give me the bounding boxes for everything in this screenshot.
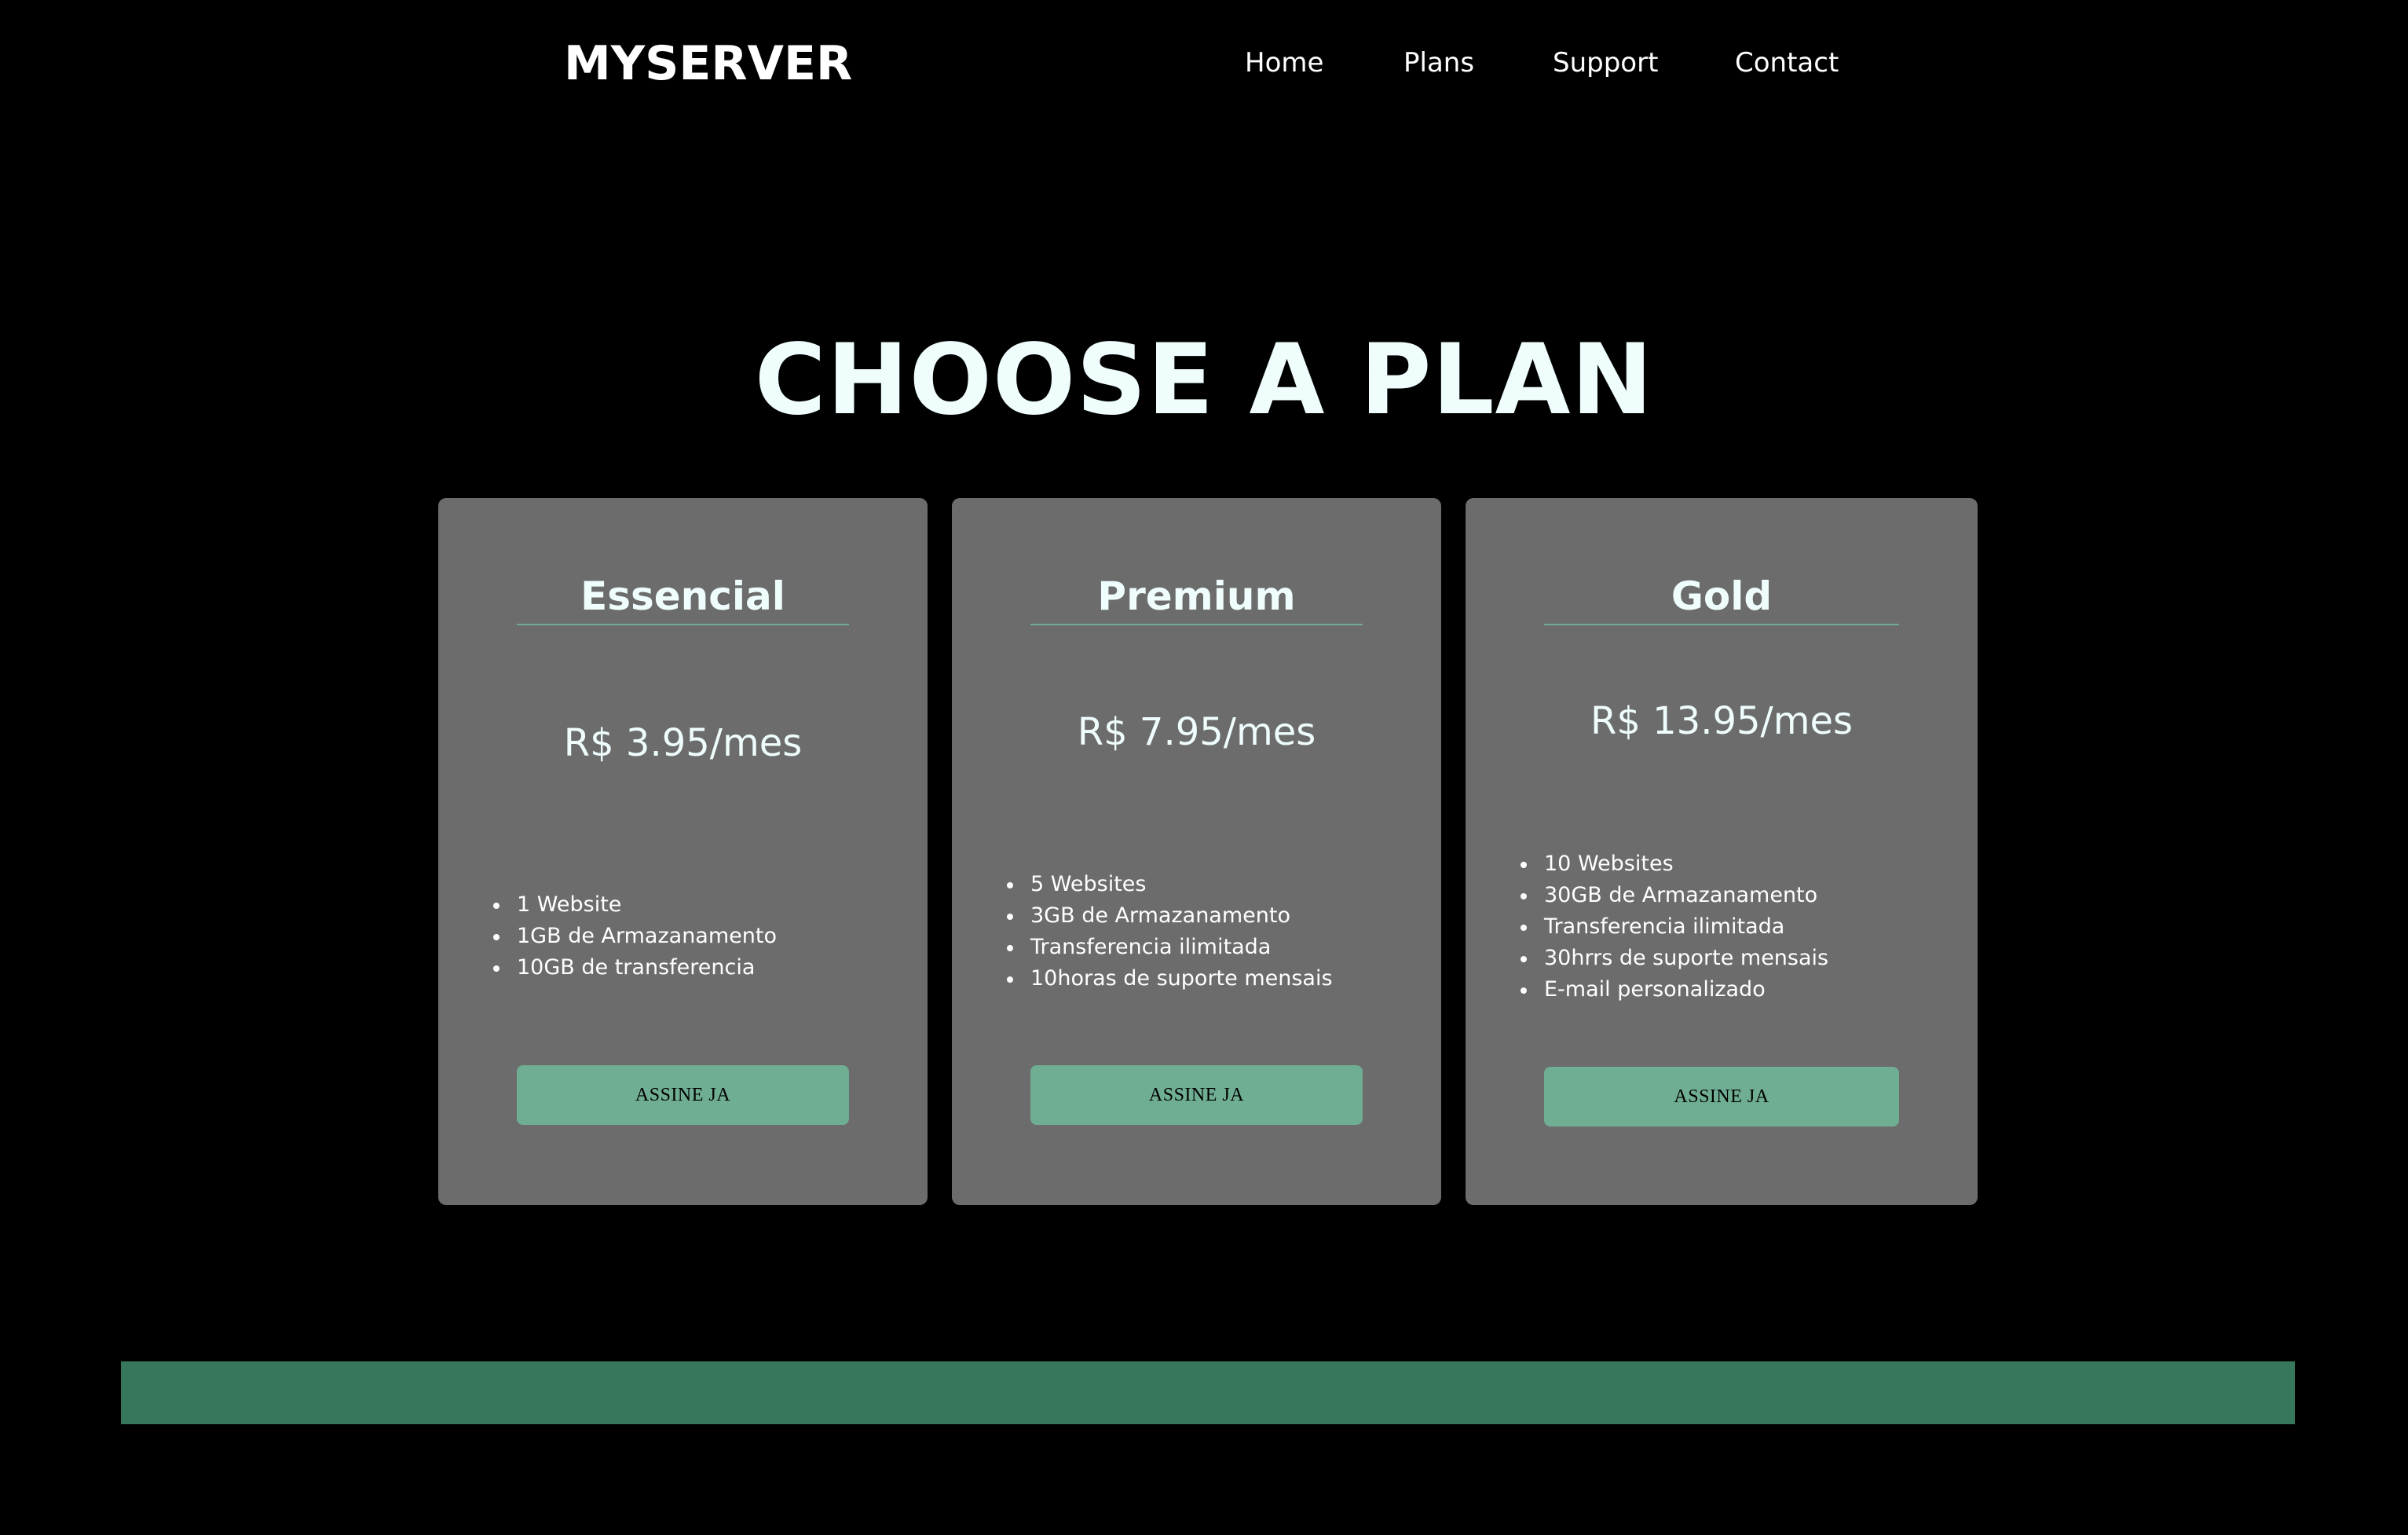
feature-item: 1GB de Armazanamento — [493, 921, 777, 952]
brand-logo[interactable]: MYSERVER — [564, 33, 852, 94]
plan-card-gold: Gold R$ 13.95/mes 10 Websites 30GB de Ar… — [1466, 498, 1978, 1205]
feature-item: Transferencia ilimitada — [1007, 932, 1333, 963]
plan-features: 5 Websites 3GB de Armazanamento Transfer… — [1007, 869, 1333, 995]
subscribe-button-gold[interactable]: ASSINE JA — [1544, 1067, 1899, 1127]
feature-item: 3GB de Armazanamento — [1007, 900, 1333, 932]
nav-link-contact[interactable]: Contact — [1735, 41, 1839, 85]
plan-name: Premium — [1030, 569, 1363, 625]
page-title: CHOOSE A PLAN — [754, 324, 1654, 438]
plan-features: 10 Websites 30GB de Armazanamento Transf… — [1520, 848, 1828, 1006]
feature-item: 1 Website — [493, 889, 777, 921]
plan-name: Gold — [1544, 569, 1899, 625]
feature-item: 10horas de suporte mensais — [1007, 963, 1333, 995]
plan-price: R$ 3.95/mes — [563, 721, 803, 765]
feature-item: 30hrrs de suporte mensais — [1520, 943, 1828, 974]
nav-link-plans[interactable]: Plans — [1403, 41, 1474, 85]
feature-item: Transferencia ilimitada — [1520, 911, 1828, 943]
plan-card-premium: Premium R$ 7.95/mes 5 Websites 3GB de Ar… — [952, 498, 1441, 1205]
site-header: MYSERVER Home Plans Support Contact — [0, 0, 2408, 126]
subscribe-button-premium[interactable]: ASSINE JA — [1030, 1065, 1363, 1125]
plan-card-essencial: Essencial R$ 3.95/mes 1 Website 1GB de A… — [438, 498, 928, 1205]
feature-item: 5 Websites — [1007, 869, 1333, 900]
feature-item: E-mail personalizado — [1520, 974, 1828, 1006]
page: MYSERVER Home Plans Support Contact CHOO… — [0, 0, 2408, 1535]
plan-name: Essencial — [517, 569, 849, 625]
subscribe-button-essencial[interactable]: ASSINE JA — [517, 1065, 849, 1125]
plan-features: 1 Website 1GB de Armazanamento 10GB de t… — [493, 889, 777, 984]
nav-link-support[interactable]: Support — [1553, 41, 1658, 85]
feature-item: 10GB de transferencia — [493, 952, 777, 984]
nav-link-home[interactable]: Home — [1245, 41, 1323, 85]
footer-bar — [121, 1361, 2295, 1424]
plan-price: R$ 13.95/mes — [1590, 699, 1854, 743]
feature-item: 10 Websites — [1520, 848, 1828, 880]
feature-item: 30GB de Armazanamento — [1520, 880, 1828, 911]
plan-price: R$ 7.95/mes — [1077, 710, 1316, 754]
